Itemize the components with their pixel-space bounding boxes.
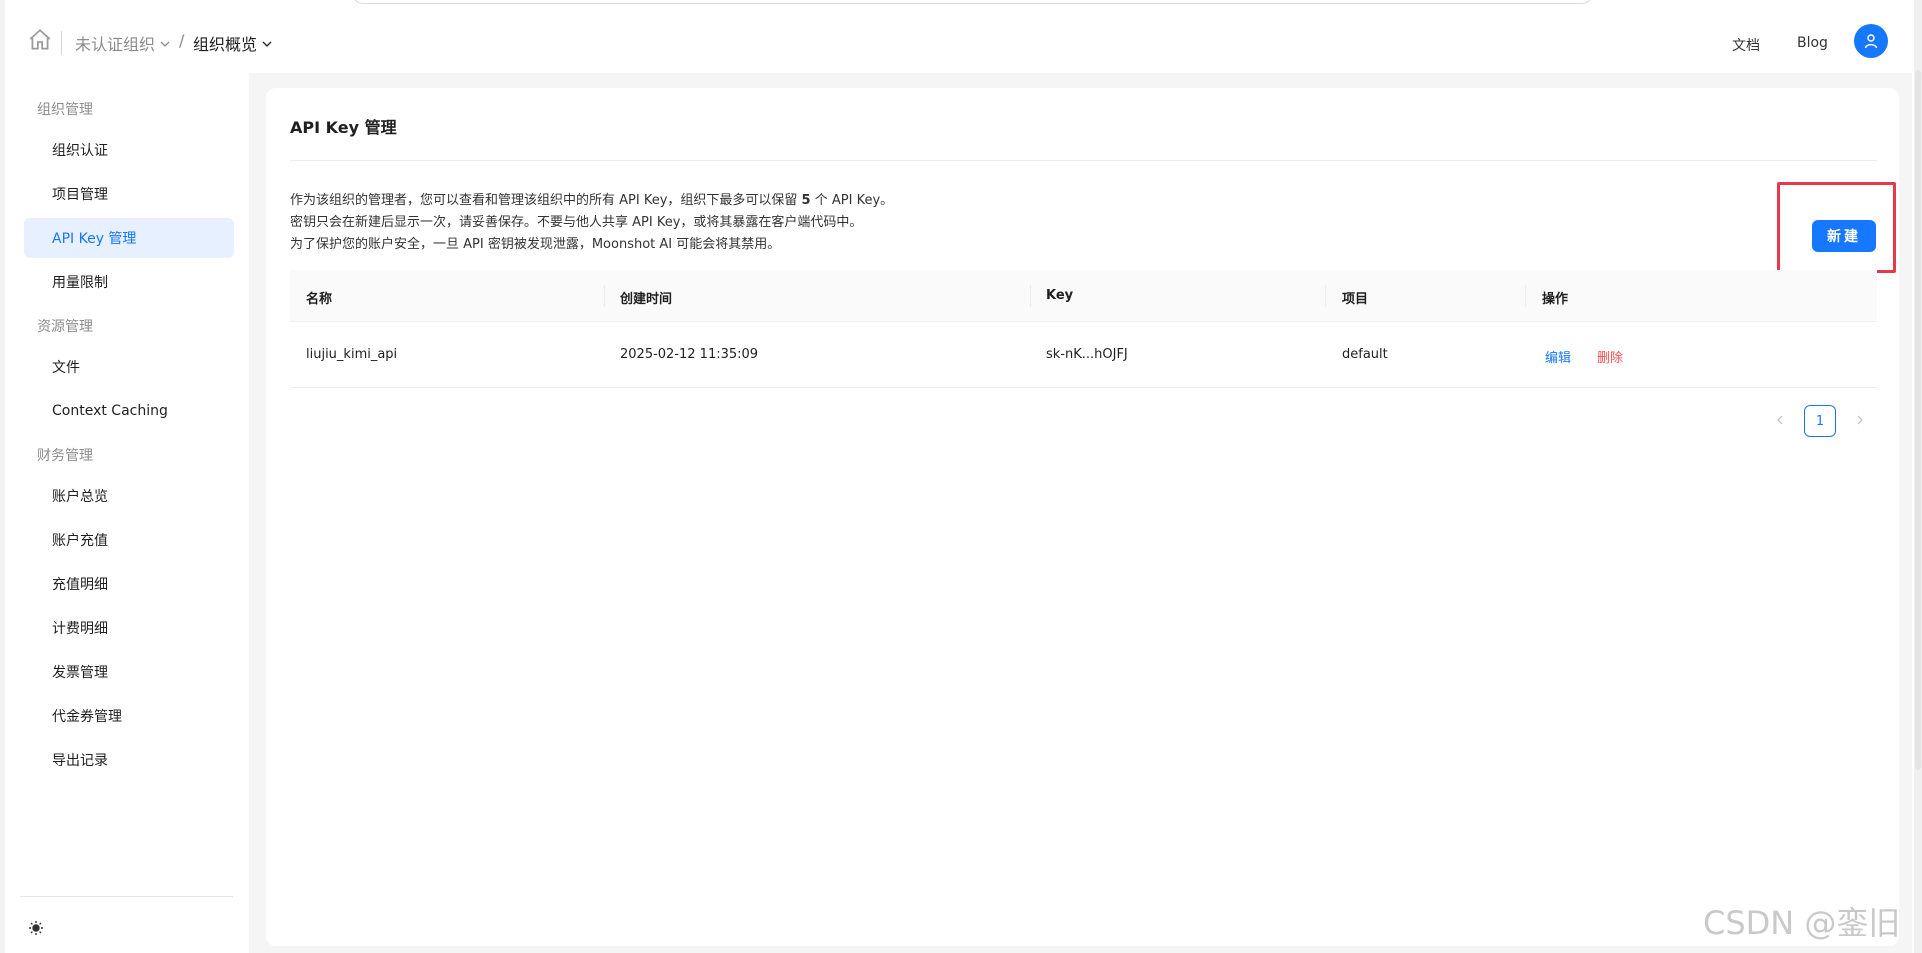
cell-project: default: [1342, 347, 1388, 362]
chevron-down-icon: [160, 41, 170, 47]
header-separator: [61, 31, 62, 55]
column-separator: [1030, 285, 1031, 307]
sidebar-item-label: 组织认证: [52, 143, 108, 159]
chevron-down-icon: [262, 41, 272, 47]
sidebar-item-recharge[interactable]: 账户充值: [24, 520, 234, 560]
max-key-count: 5: [801, 193, 811, 208]
page-title: API Key 管理: [290, 118, 397, 137]
delete-link[interactable]: 删除: [1597, 347, 1623, 366]
description-text: 作为该组织的管理者，您可以查看和管理该组织中的所有 API Key，组织下最多可…: [290, 193, 798, 208]
column-header-project: 项目: [1342, 292, 1369, 307]
sidebar-item-label: 文件: [52, 360, 80, 376]
app-window: 未认证组织 / 组织概览 文档 Blog 组织管理 组织认证 项目管理 API …: [0, 0, 1922, 953]
column-header-actions: 操作: [1542, 292, 1569, 307]
description-line-1: 作为该组织的管理者，您可以查看和管理该组织中的所有 API Key，组织下最多可…: [290, 189, 893, 208]
sidebar-group-resources: 资源管理: [37, 319, 93, 335]
page-button-current[interactable]: 1: [1804, 405, 1836, 437]
sidebar-item-files[interactable]: 文件: [24, 347, 234, 387]
scrollbar[interactable]: [1914, 0, 1922, 953]
sidebar-item-recharge-details[interactable]: 充值明细: [24, 564, 234, 604]
breadcrumb-org[interactable]: 未认证组织: [75, 31, 171, 55]
annotation-highlight: [1777, 182, 1896, 273]
sidebar-item-usage-limits[interactable]: 用量限制: [24, 262, 234, 302]
cell-key: sk-nK...hOJFJ: [1046, 347, 1128, 362]
watermark: CSDN @銮旧: [1703, 904, 1901, 942]
sidebar-item-export-records[interactable]: 导出记录: [24, 740, 234, 780]
sidebar-item-api-keys[interactable]: API Key 管理: [24, 218, 234, 258]
sidebar-group-org: 组织管理: [37, 102, 93, 118]
breadcrumb-page-label: 组织概览: [193, 35, 258, 54]
sidebar-item-label: 项目管理: [52, 187, 108, 203]
sidebar-item-label: 充值明细: [52, 577, 108, 593]
sidebar-item-label: 发票管理: [52, 665, 108, 681]
sidebar-group-finance: 财务管理: [37, 448, 93, 464]
column-separator: [1325, 285, 1326, 307]
chevron-right-icon[interactable]: [1853, 413, 1867, 427]
avatar[interactable]: [1854, 24, 1888, 58]
blog-link[interactable]: Blog: [1797, 35, 1828, 51]
scrollbar-thumb[interactable]: [1915, 70, 1921, 770]
sidebar-item-projects[interactable]: 项目管理: [24, 174, 234, 214]
api-key-card: API Key 管理 作为该组织的管理者，您可以查看和管理该组织中的所有 API…: [266, 88, 1899, 946]
sidebar-item-label: 账户总览: [52, 489, 108, 505]
breadcrumb-separator: /: [179, 31, 185, 50]
breadcrumb-page[interactable]: 组织概览: [193, 31, 273, 55]
breadcrumb-org-label: 未认证组织: [75, 35, 156, 54]
sidebar-item-account-overview[interactable]: 账户总览: [24, 476, 234, 516]
sidebar-item-label: 导出记录: [52, 753, 108, 769]
docs-link[interactable]: 文档: [1732, 35, 1760, 55]
sidebar-item-label: 代金券管理: [52, 709, 122, 725]
sidebar-item-label: 账户充值: [52, 533, 108, 549]
description-line-2: 密钥只会在新建后显示一次，请妥善保存。不要与他人共享 API Key，或将其暴露…: [290, 215, 863, 230]
table-header: 名称 创建时间 Key 项目 操作: [290, 270, 1877, 322]
sidebar-item-label: 用量限制: [52, 275, 108, 291]
browser-edge: [350, 0, 1595, 4]
title-divider: [290, 160, 1877, 161]
sidebar-item-billing-details[interactable]: 计费明细: [24, 608, 234, 648]
home-icon[interactable]: [27, 27, 53, 53]
sidebar-item-invoices[interactable]: 发票管理: [24, 652, 234, 692]
description-line-3: 为了保护您的账户安全，一旦 API 密钥被发现泄露，Moonshot AI 可能…: [290, 237, 781, 252]
cell-name: liujiu_kimi_api: [306, 347, 398, 362]
column-header-created: 创建时间: [620, 292, 673, 307]
column-separator: [604, 285, 605, 307]
sidebar-divider: [20, 896, 233, 897]
sidebar: 组织管理 组织认证 项目管理 API Key 管理 用量限制 资源管理 文件 C…: [5, 73, 249, 953]
sidebar-item-label: API Key 管理: [52, 231, 137, 247]
sidebar-item-org-verify[interactable]: 组织认证: [24, 130, 234, 170]
edit-link[interactable]: 编辑: [1545, 347, 1571, 366]
sidebar-item-label: 计费明细: [52, 621, 108, 637]
column-header-name: 名称: [306, 292, 333, 307]
sidebar-item-vouchers[interactable]: 代金券管理: [24, 696, 234, 736]
column-separator: [1525, 285, 1526, 307]
cell-created: 2025-02-12 11:35:09: [620, 347, 759, 362]
table-row: liujiu_kimi_api 2025-02-12 11:35:09 sk-n…: [290, 323, 1877, 388]
sun-icon[interactable]: [28, 920, 44, 936]
sidebar-item-label: Context Caching: [52, 403, 168, 419]
user-icon: [1864, 34, 1878, 49]
description-text: 个 API Key。: [814, 193, 894, 208]
sidebar-item-context-caching[interactable]: Context Caching: [24, 391, 234, 431]
top-header: 未认证组织 / 组织概览 文档 Blog: [5, 5, 1912, 73]
column-header-key: Key: [1046, 288, 1074, 303]
chevron-left-icon[interactable]: [1773, 413, 1787, 427]
